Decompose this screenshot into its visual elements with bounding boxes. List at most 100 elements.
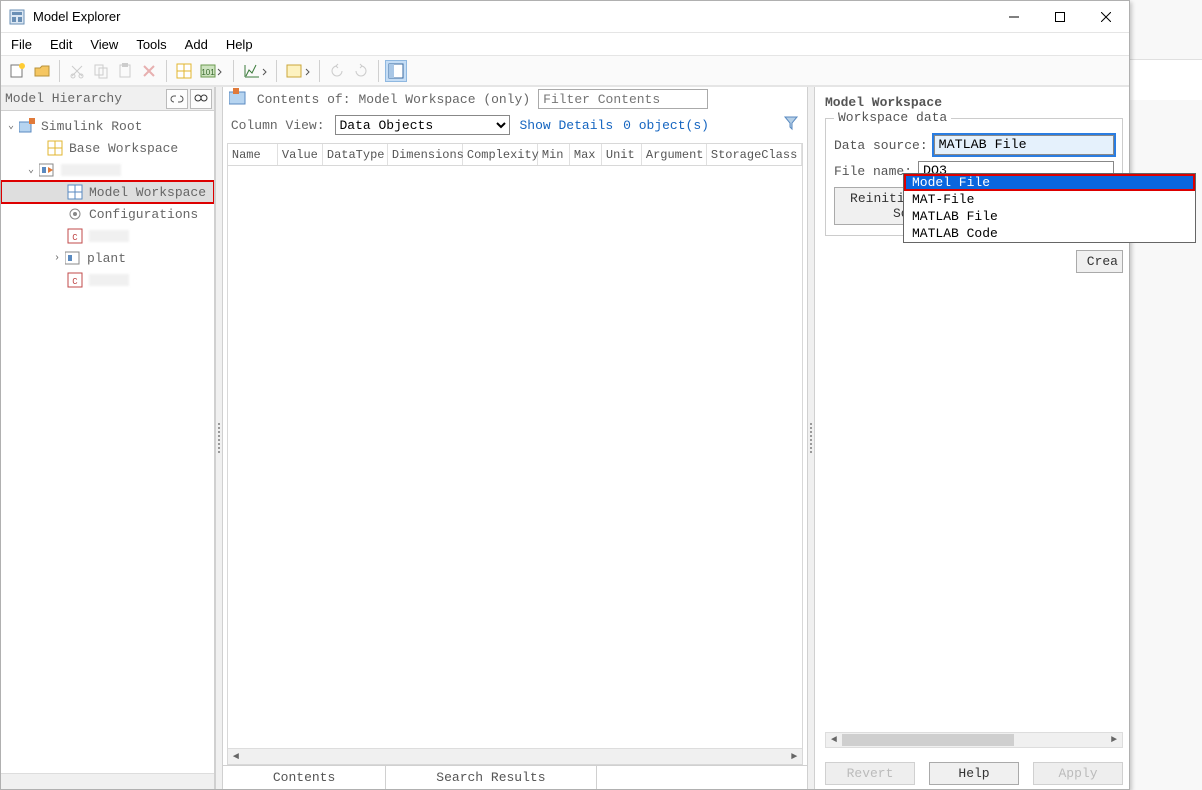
expand-icon[interactable]: › (51, 253, 63, 264)
col-min[interactable]: Min (538, 144, 570, 165)
expand-icon[interactable]: ⌄ (25, 164, 37, 176)
dropdown-option-model-file[interactable]: Model File (904, 174, 1195, 191)
show-details-link[interactable]: Show Details (520, 118, 614, 133)
tree-row-code2[interactable]: C (1, 269, 214, 291)
copy-icon[interactable] (90, 60, 112, 82)
app-icon (9, 9, 25, 25)
revert-button[interactable]: Revert (825, 762, 915, 785)
column-view-select[interactable]: Data Objects (335, 115, 510, 135)
col-unit[interactable]: Unit (602, 144, 642, 165)
view-mode-icon[interactable] (385, 60, 407, 82)
scroll-right-icon[interactable]: ► (1106, 732, 1122, 748)
col-value[interactable]: Value (278, 144, 323, 165)
plot-icon[interactable] (240, 60, 270, 82)
menu-view[interactable]: View (90, 37, 118, 52)
tab-search-results[interactable]: Search Results (386, 766, 596, 789)
sync-back-icon[interactable] (326, 60, 348, 82)
tree-label-obscured (61, 164, 121, 176)
menu-add[interactable]: Add (185, 37, 208, 52)
menu-edit[interactable]: Edit (50, 37, 72, 52)
tree-row-plant[interactable]: › plant (1, 247, 214, 269)
tree-row-model[interactable]: ⌄ (1, 159, 214, 181)
tree-label: Simulink Root (41, 119, 142, 134)
dialog-title: Model Workspace (825, 95, 1123, 110)
model-hierarchy-tree: ⌄ Simulink Root Base Workspace ⌄ (1, 111, 214, 773)
link-icon[interactable] (166, 89, 188, 109)
create-button[interactable]: Crea (1076, 250, 1123, 273)
tree-row-configurations[interactable]: Configurations (1, 203, 214, 225)
svg-text:101: 101 (201, 68, 215, 77)
delete-icon[interactable] (138, 60, 160, 82)
tree-label-obscured (89, 274, 129, 286)
tree-label-obscured (89, 230, 129, 242)
tree-row-model-workspace[interactable]: Model Workspace (1, 181, 214, 203)
scroll-right-icon[interactable]: ► (786, 749, 802, 765)
contents-table: Name Value DataType Dimensions Complexit… (227, 143, 803, 765)
data-source-select[interactable] (934, 135, 1114, 155)
col-complexity[interactable]: Complexity (463, 144, 538, 165)
data-source-dropdown[interactable]: Model File MAT-File MATLAB File MATLAB C… (903, 173, 1196, 243)
file-name-label: File name: (834, 164, 912, 179)
table-body (228, 166, 802, 748)
contents-prefix: Contents of: (257, 92, 351, 107)
expand-icon[interactable]: ⌄ (5, 120, 17, 132)
dropdown-option-matlab-code[interactable]: MATLAB Code (904, 225, 1195, 242)
simulink-root-icon (19, 118, 35, 134)
base-workspace-icon[interactable] (173, 60, 195, 82)
apply-button[interactable]: Apply (1033, 762, 1123, 785)
vertical-splitter-right[interactable] (807, 87, 815, 789)
model-tree-icon (39, 162, 55, 178)
open-icon[interactable] (31, 60, 53, 82)
contents-subject: Model Workspace (only) (359, 92, 531, 107)
col-datatype[interactable]: DataType (323, 144, 388, 165)
maximize-button[interactable] (1037, 1, 1083, 33)
configurations-gear-icon (67, 206, 83, 222)
menu-file[interactable]: File (11, 37, 32, 52)
subsystem-tree-icon (65, 250, 81, 266)
sync-forward-icon[interactable] (350, 60, 372, 82)
left-panel-header: Model Hierarchy (1, 87, 214, 111)
filter-funnel-icon[interactable] (783, 115, 799, 135)
menubar: File Edit View Tools Add Help (1, 33, 1129, 55)
menu-help[interactable]: Help (226, 37, 253, 52)
minimize-button[interactable] (991, 1, 1037, 33)
dropdown-option-matlab-file[interactable]: MATLAB File (904, 208, 1195, 225)
filter-contents-input[interactable] (538, 89, 708, 109)
close-button[interactable] (1083, 1, 1129, 33)
data-source-label: Data source: (834, 138, 928, 153)
vertical-splitter-left[interactable] (215, 87, 223, 789)
cut-icon[interactable] (66, 60, 88, 82)
col-name[interactable]: Name (228, 144, 278, 165)
model-workspace-tree-icon (67, 184, 83, 200)
dropdown-option-mat-file[interactable]: MAT-File (904, 191, 1195, 208)
contents-panel: Contents of: Model Workspace (only) Colu… (223, 87, 807, 789)
col-max[interactable]: Max (570, 144, 602, 165)
dialog-hscroll[interactable]: ◄ ► (825, 732, 1123, 748)
tab-contents[interactable]: Contents (223, 766, 386, 789)
tree-row-code[interactable]: C (1, 225, 214, 247)
main-toolbar: 101 (1, 55, 1129, 87)
tree-row-root[interactable]: ⌄ Simulink Root (1, 115, 214, 137)
menu-tools[interactable]: Tools (136, 37, 166, 52)
tree-label: Base Workspace (69, 141, 178, 156)
scroll-left-icon[interactable]: ◄ (228, 749, 244, 765)
col-dimensions[interactable]: Dimensions (388, 144, 463, 165)
col-storage[interactable]: StorageClass (707, 144, 802, 165)
help-button[interactable]: Help (929, 762, 1019, 785)
mask-icon[interactable] (190, 89, 212, 109)
paste-icon[interactable] (114, 60, 136, 82)
object-count: 0 object(s) (623, 118, 709, 133)
table-hscroll[interactable]: ◄ ► (228, 748, 802, 764)
titlebar: Model Explorer (1, 1, 1129, 33)
col-argument[interactable]: Argument (642, 144, 707, 165)
scroll-left-icon[interactable]: ◄ (826, 732, 842, 748)
column-view-label: Column View: (231, 118, 325, 133)
new-model-icon[interactable] (7, 60, 29, 82)
code-tree-icon: C (67, 272, 83, 288)
code-tree-icon: C (67, 228, 83, 244)
tree-row-base-workspace[interactable]: Base Workspace (1, 137, 214, 159)
left-panel-hscroll[interactable] (1, 773, 214, 789)
base-workspace-tree-icon (47, 140, 63, 156)
add-config-icon[interactable] (283, 60, 313, 82)
model-workspace-icon[interactable]: 101 (197, 60, 227, 82)
